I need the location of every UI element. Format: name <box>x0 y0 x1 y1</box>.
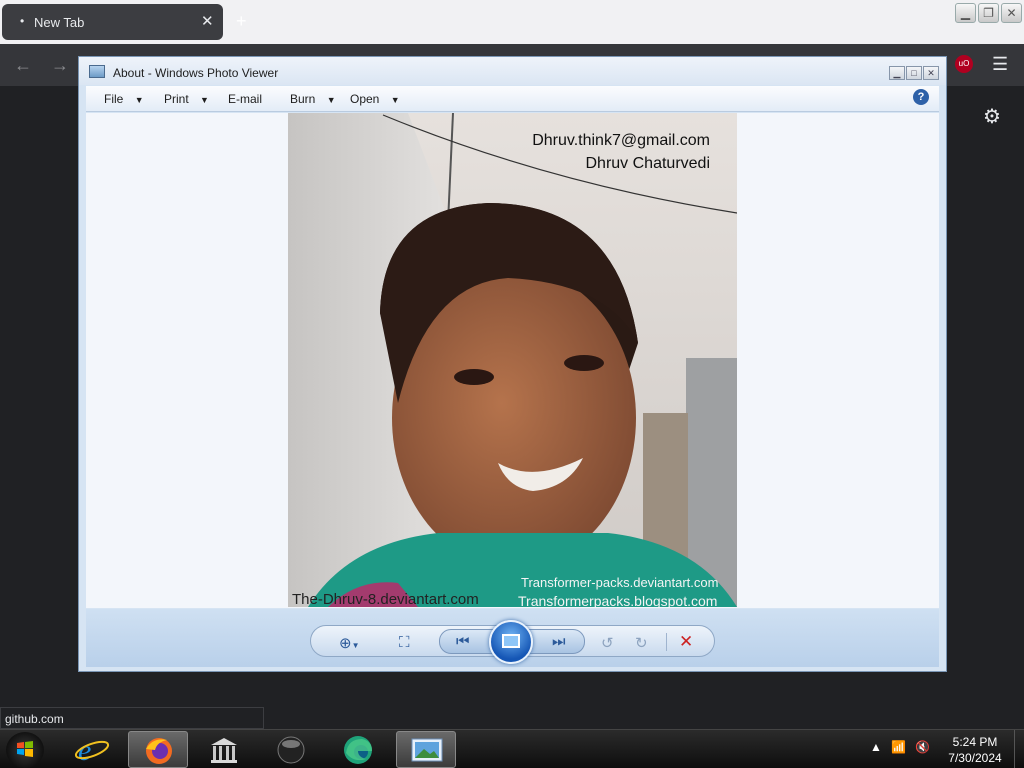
photo-credit-right-2: Transformerpacks.blogspot.com <box>518 593 718 607</box>
photo-credit-left: The-Dhruv-8.deviantart.com <box>292 591 479 607</box>
status-url: github.com <box>0 707 264 729</box>
taskbar: e ▲ 📶 🔇 5:24 PM 7/30/2024 <box>0 729 1024 768</box>
library-icon <box>211 738 237 763</box>
system-clock[interactable]: 5:24 PM 7/30/2024 <box>940 734 1010 766</box>
start-button[interactable] <box>6 732 44 768</box>
edge-icon <box>344 736 372 764</box>
chevron-down-icon: ▼ <box>390 95 400 105</box>
window-title: About - Windows Photo Viewer <box>113 66 279 80</box>
new-tab-button[interactable]: + <box>236 12 247 30</box>
delete-icon[interactable]: ✕ <box>679 632 693 652</box>
taskbar-library[interactable] <box>194 731 254 768</box>
show-desktop-button[interactable] <box>1014 730 1024 768</box>
menu-print[interactable]: Print ▼ <box>164 92 209 106</box>
viewer-minimize-button[interactable]: ▁ <box>889 66 905 80</box>
windows-logo-icon <box>17 741 33 757</box>
minimize-button[interactable]: ▁ <box>955 3 976 23</box>
internet-explorer-icon: e <box>74 734 110 767</box>
maximize-button[interactable]: ❐ <box>978 3 999 23</box>
gear-icon[interactable]: ⚙ <box>983 104 1001 129</box>
firefox-icon <box>146 738 172 764</box>
photo-credit-right-1: Transformer-packs.deviantart.com <box>521 575 719 590</box>
viewer-toolbar: ⊕▼ ⛶ ⏮ ⏭ ↺ ↻ ✕ <box>86 609 939 667</box>
taskbar-photo-viewer[interactable] <box>396 731 456 768</box>
forward-arrow-icon[interactable]: → <box>51 55 69 76</box>
tab-favicon-dot: • <box>20 14 25 28</box>
photo-name-text: Dhruv Chaturvedi <box>585 155 711 172</box>
viewer-menubar: File ▼ Print ▼ E-mail Burn ▼ Open ▼ ? <box>86 86 939 112</box>
photo-viewer-app-icon <box>89 65 105 78</box>
photo-email-text: Dhruv.think7@gmail.com <box>532 132 710 149</box>
menu-open[interactable]: Open ▼ <box>350 92 400 106</box>
zoom-icon[interactable]: ⊕▼ <box>339 634 360 652</box>
previous-icon[interactable]: ⏮ <box>456 633 470 650</box>
toolbar-pill: ⊕▼ ⛶ ⏮ ⏭ ↺ ↻ ✕ <box>310 620 715 664</box>
clock-time: 5:24 PM <box>952 735 998 749</box>
photo-viewer-icon <box>411 738 443 762</box>
back-arrow-icon[interactable]: ← <box>14 55 32 76</box>
taskbar-edge[interactable] <box>328 731 388 768</box>
browser-tab[interactable]: • New Tab ✕ <box>2 4 223 40</box>
browser-menu-icon[interactable]: ☰ <box>992 54 1008 75</box>
actual-size-icon[interactable]: ⛶ <box>399 634 410 651</box>
toolbar-divider <box>666 633 667 651</box>
taskbar-firefox[interactable] <box>128 731 188 768</box>
tab-title: New Tab <box>34 15 85 30</box>
rotate-right-icon[interactable]: ↻ <box>635 634 648 652</box>
displayed-photo: Dhruv.think7@gmail.com Dhruv Chaturvedi … <box>288 113 737 607</box>
viewer-close-button[interactable]: ✕ <box>923 66 939 80</box>
clock-date: 7/30/2024 <box>948 751 1002 765</box>
viewer-maximize-button[interactable]: □ <box>906 66 922 80</box>
portrait-image <box>288 113 737 607</box>
volume-muted-icon[interactable]: 🔇 <box>915 740 930 754</box>
menu-file[interactable]: File ▼ <box>104 92 144 106</box>
rotate-left-icon[interactable]: ↺ <box>601 634 614 652</box>
menu-burn[interactable]: Burn ▼ <box>290 92 336 106</box>
chevron-down-icon: ▼ <box>200 95 209 105</box>
slideshow-screen-icon <box>502 634 520 648</box>
browser-window-controls: ▁ ❐ ✕ <box>955 3 1022 23</box>
tab-close-button[interactable]: ✕ <box>201 12 214 30</box>
tray-expand-icon[interactable]: ▲ <box>870 740 882 754</box>
slideshow-icon[interactable] <box>489 620 533 664</box>
taskbar-media[interactable] <box>261 731 321 768</box>
ublock-extension-icon[interactable]: uO <box>955 55 973 73</box>
photo-viewer-titlebar[interactable]: About - Windows Photo Viewer ▁ □ ✕ <box>79 57 946 85</box>
close-button[interactable]: ✕ <box>1001 3 1022 23</box>
media-player-icon <box>277 736 305 764</box>
next-icon[interactable]: ⏭ <box>552 633 566 650</box>
network-icon[interactable]: 📶 <box>891 740 906 754</box>
taskbar-internet-explorer[interactable]: e <box>62 731 122 768</box>
chevron-down-icon: ▼ <box>326 95 336 105</box>
help-icon[interactable]: ? <box>913 89 929 105</box>
viewer-window-controls: ▁ □ ✕ <box>889 66 939 80</box>
chevron-down-icon: ▼ <box>134 95 144 105</box>
menu-email[interactable]: E-mail <box>228 92 262 106</box>
